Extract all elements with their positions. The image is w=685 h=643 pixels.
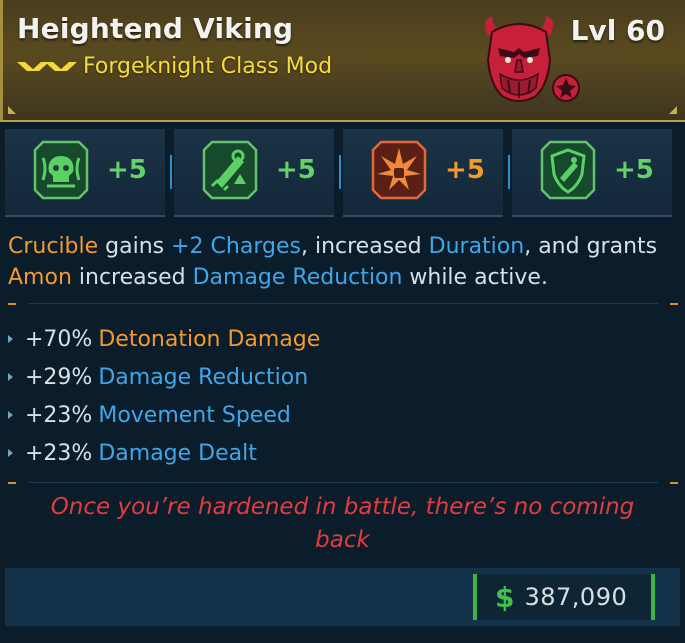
- bullet-icon: [8, 411, 13, 419]
- bullet-icon: [8, 449, 13, 457]
- desc-highlight: Duration: [428, 234, 525, 259]
- header-corner-right: [669, 106, 677, 114]
- desc-highlight: Damage Reduction: [192, 265, 403, 290]
- tile-divider: [170, 155, 172, 189]
- skill-bonus: +5: [614, 155, 654, 185]
- skill-bonus: +5: [276, 155, 316, 185]
- header-edge: [0, 0, 3, 120]
- tile-divider: [339, 155, 341, 189]
- bullet-icon: [8, 335, 13, 343]
- stat-label: Movement Speed: [98, 402, 291, 428]
- stat-label: Detonation Damage: [98, 326, 321, 352]
- item-name: Heightend Viking: [17, 12, 294, 45]
- skull-shield-icon: [33, 140, 89, 200]
- desc-text: increased: [71, 265, 193, 290]
- price-tag: $ 387,090: [473, 574, 655, 620]
- item-header: Heightend Viking Forgeknight Class Mod L…: [0, 0, 685, 122]
- bullet-icon: [8, 373, 13, 381]
- skill-tile[interactable]: +5: [174, 129, 334, 217]
- skill-bonus: +5: [445, 155, 485, 185]
- rarity-chevrons-icon: [17, 62, 77, 71]
- skill-tile[interactable]: +5: [5, 129, 165, 217]
- stat-label: Damage Reduction: [98, 364, 309, 390]
- stat-list: +70% Detonation Damage +29% Damage Reduc…: [8, 320, 668, 472]
- stat-value: +23%: [25, 440, 93, 466]
- item-description: Crucible gains +2 Charges, increased Dur…: [8, 231, 680, 293]
- blade-sword-icon: [202, 140, 258, 200]
- desc-skill-name: Crucible: [8, 234, 99, 259]
- stat-label: Damage Dealt: [98, 440, 257, 466]
- desc-text: , increased: [300, 234, 429, 259]
- stat-row: +70% Detonation Damage: [8, 320, 668, 358]
- item-footer: $ 387,090: [5, 568, 680, 626]
- tile-divider: [508, 155, 510, 189]
- stat-row: +29% Damage Reduction: [8, 358, 668, 396]
- stat-row: +23% Damage Dealt: [8, 434, 668, 472]
- item-type: Forgeknight Class Mod: [83, 54, 333, 79]
- section-divider: [8, 303, 678, 305]
- skill-tile[interactable]: +5: [512, 129, 672, 217]
- desc-text: gains: [98, 234, 172, 259]
- desc-highlight: +2 Charges: [171, 234, 301, 259]
- dollar-icon: $: [495, 580, 515, 614]
- skill-bonuses: +5 +5 +5 +5: [5, 129, 680, 217]
- viking-portrait-icon: [484, 16, 580, 102]
- shield-crest-icon: [540, 140, 596, 200]
- stat-value: +29%: [25, 364, 93, 390]
- stat-value: +23%: [25, 402, 93, 428]
- desc-character-name: Amon: [8, 265, 72, 290]
- price-value: 387,090: [524, 583, 628, 611]
- desc-text: while active.: [402, 265, 548, 290]
- flavor-text: Once you’re hardened in battle, there’s …: [50, 494, 635, 553]
- header-corner-left: [8, 106, 16, 114]
- stat-row: +23% Movement Speed: [8, 396, 668, 434]
- section-divider: [8, 482, 678, 484]
- desc-text: , and grants: [524, 234, 658, 259]
- skill-bonus: +5: [107, 155, 147, 185]
- skill-tile[interactable]: +5: [343, 129, 503, 217]
- item-type-row: Forgeknight Class Mod: [17, 54, 332, 79]
- fist-burst-icon: [371, 140, 427, 200]
- stat-value: +70%: [25, 326, 93, 352]
